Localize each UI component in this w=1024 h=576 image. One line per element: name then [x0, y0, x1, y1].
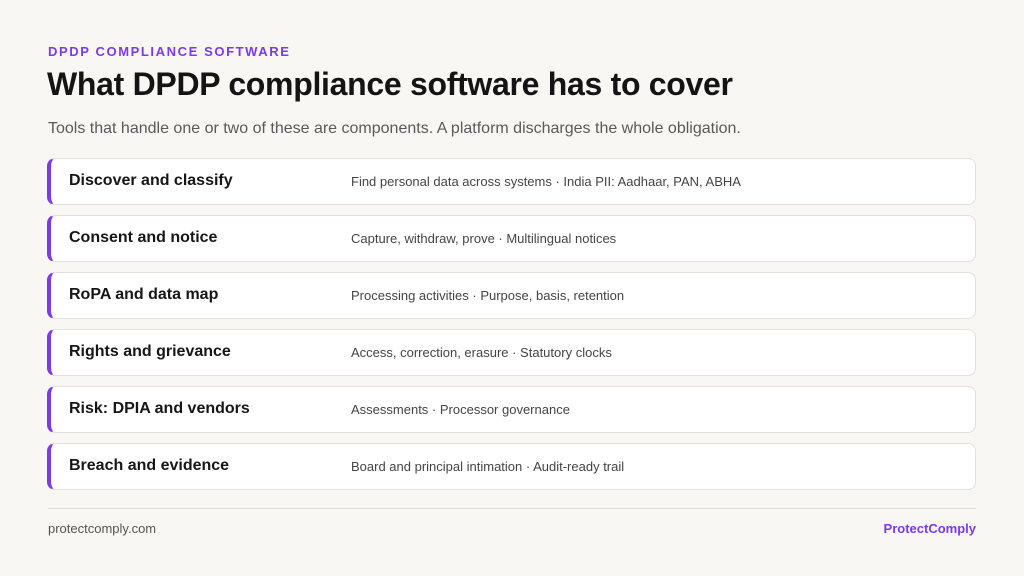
row-label: Discover and classify — [69, 172, 233, 189]
footer-site-link[interactable]: protectcomply.com — [48, 521, 156, 536]
footer-brand: ProtectComply — [883, 521, 976, 536]
eyebrow-label: DPDP COMPLIANCE SOFTWARE — [48, 44, 291, 59]
row-description: Capture, withdraw, prove · Multilingual … — [351, 231, 617, 246]
row-label: Rights and grievance — [69, 343, 231, 360]
row-description: Assessments · Processor governance — [351, 402, 570, 417]
coverage-row-ropa: RoPA and data map Processing activities … — [47, 272, 976, 319]
coverage-row-rights: Rights and grievance Access, correction,… — [47, 329, 976, 376]
row-description: Access, correction, erasure · Statutory … — [351, 345, 612, 360]
page-subtitle: Tools that handle one or two of these ar… — [48, 120, 741, 137]
footer-divider — [48, 508, 976, 509]
coverage-row-breach: Breach and evidence Board and principal … — [47, 443, 976, 490]
row-description: Find personal data across systems · Indi… — [351, 174, 741, 189]
row-label: Risk: DPIA and vendors — [69, 400, 250, 417]
row-description: Board and principal intimation · Audit-r… — [351, 459, 625, 474]
row-label: Breach and evidence — [69, 457, 230, 474]
coverage-row-risk: Risk: DPIA and vendors Assessments · Pro… — [47, 386, 976, 433]
row-description: Processing activities · Purpose, basis, … — [351, 288, 625, 303]
page-title: What DPDP compliance software has to cov… — [47, 66, 733, 102]
row-label: Consent and notice — [69, 229, 218, 246]
coverage-row-consent: Consent and notice Capture, withdraw, pr… — [47, 215, 976, 262]
coverage-list: Discover and classify Find personal data… — [47, 158, 976, 500]
row-label: RoPA and data map — [69, 286, 219, 303]
coverage-row-discover: Discover and classify Find personal data… — [47, 158, 976, 205]
